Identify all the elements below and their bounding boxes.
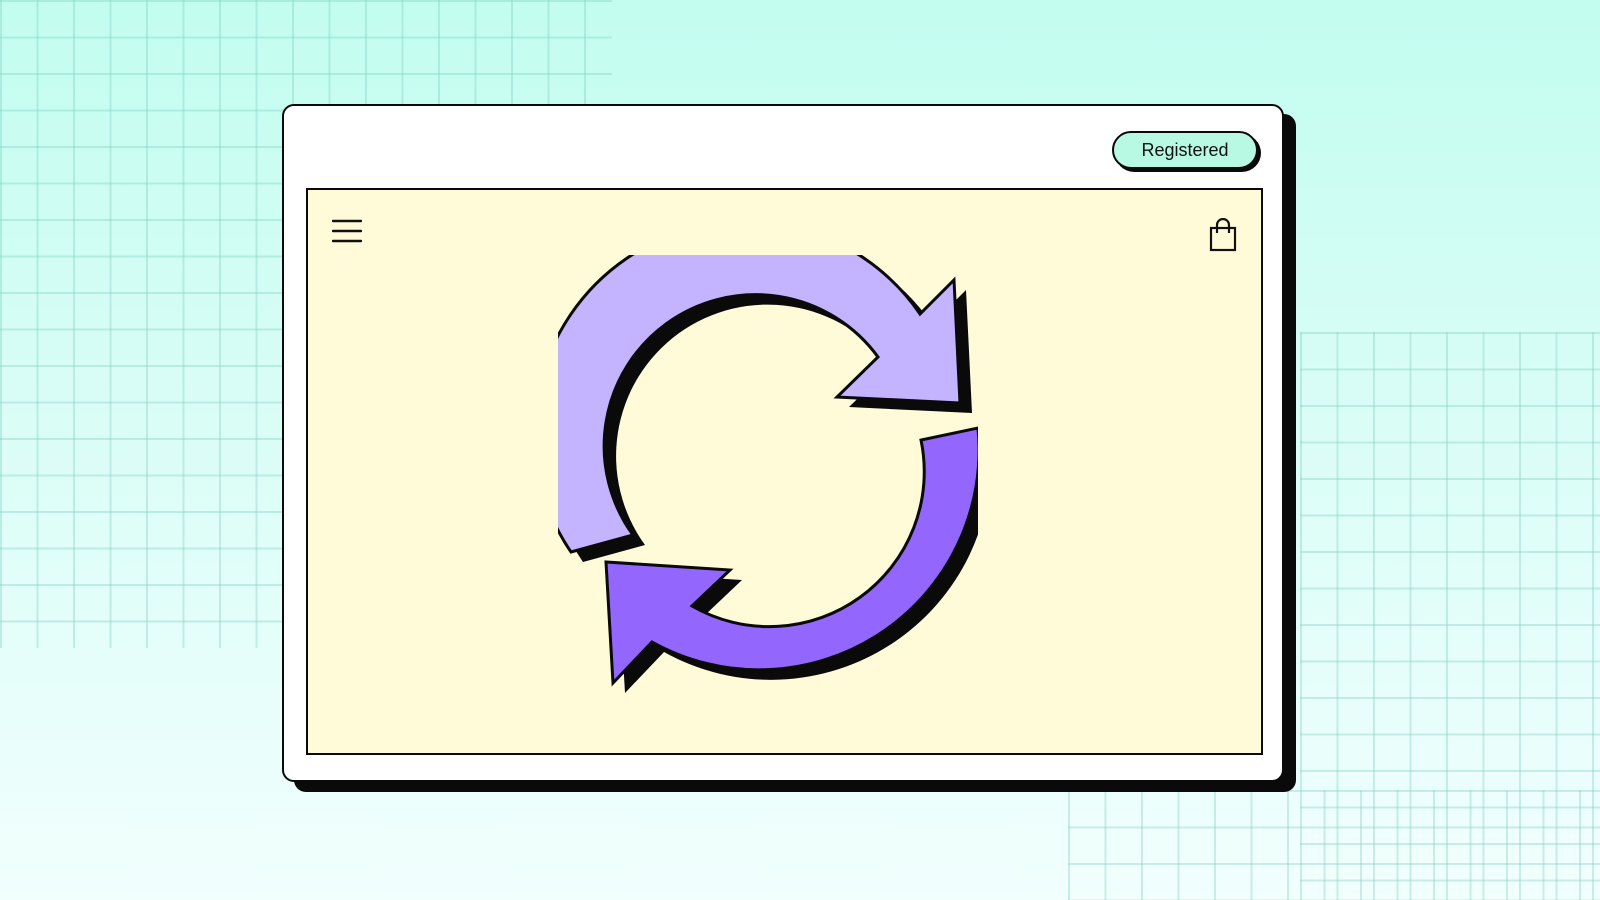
app-content-area bbox=[306, 188, 1263, 755]
refresh-arrows-icon bbox=[532, 220, 992, 695]
registered-status-badge: Registered bbox=[1112, 131, 1258, 169]
arrow-bottom bbox=[604, 426, 981, 687]
hamburger-menu-icon[interactable] bbox=[331, 218, 363, 246]
background-grid-bottom-right bbox=[1068, 790, 1600, 900]
shopping-bag-icon[interactable] bbox=[1208, 217, 1238, 252]
